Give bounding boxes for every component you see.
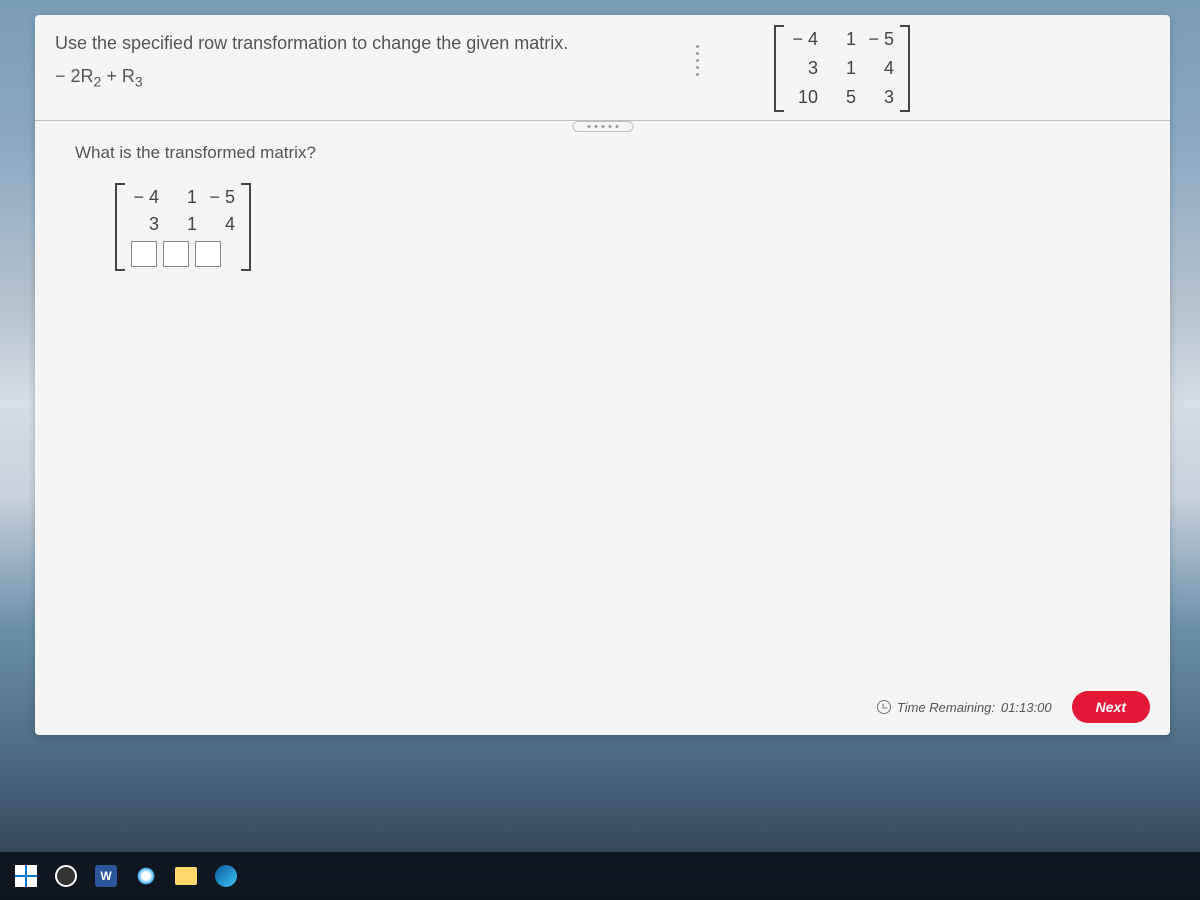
instruction-text: Use the specified row transformation to … — [55, 33, 1150, 54]
start-button[interactable] — [10, 860, 42, 892]
clock-icon — [877, 700, 891, 714]
bracket-right-icon — [241, 183, 251, 271]
matrix-row: − 4 1 − 5 — [131, 187, 235, 208]
vertical-resize-handle[interactable] — [693, 15, 701, 128]
windows-taskbar[interactable]: W — [0, 852, 1200, 900]
matrix-cell: − 5 — [866, 29, 894, 50]
matrix-cell: 1 — [828, 29, 856, 50]
card-footer: Time Remaining: 01:13:00 Next — [877, 691, 1150, 723]
taskbar-edge[interactable] — [210, 860, 242, 892]
matrix-cell: 3 — [790, 58, 818, 79]
taskbar-cortana[interactable] — [130, 860, 162, 892]
matrix-cell: 1 — [828, 58, 856, 79]
time-value: 01:13:00 — [1001, 700, 1052, 715]
question-card: Use the specified row transformation to … — [35, 15, 1170, 735]
matrix-cell: 10 — [790, 87, 818, 108]
taskbar-word[interactable]: W — [90, 860, 122, 892]
matrix-cell: − 5 — [207, 187, 235, 208]
bracket-left-icon — [774, 25, 784, 112]
dots-icon — [696, 45, 699, 76]
matrix-cell: 4 — [207, 214, 235, 235]
op-prefix: − 2R — [55, 66, 94, 86]
matrix-row: 10 5 3 — [790, 87, 894, 108]
matrix-cell: 1 — [169, 214, 197, 235]
instructions-block: Use the specified row transformation to … — [55, 33, 1150, 90]
time-label: Time Remaining: — [897, 700, 995, 715]
search-icon — [55, 865, 77, 887]
folder-icon — [175, 867, 197, 885]
matrix-cell: 5 — [828, 87, 856, 108]
answer-section: What is the transformed matrix? − 4 1 − … — [35, 121, 1170, 735]
matrix-body: − 4 1 − 5 3 1 4 — [125, 183, 241, 271]
matrix-cell: − 4 — [131, 187, 159, 208]
word-icon: W — [95, 865, 117, 887]
bracket-left-icon — [115, 183, 125, 271]
search-button[interactable] — [50, 860, 82, 892]
matrix-row: − 4 1 − 5 — [790, 29, 894, 50]
next-button[interactable]: Next — [1072, 691, 1150, 723]
time-remaining: Time Remaining: 01:13:00 — [877, 700, 1052, 715]
matrix-input[interactable] — [131, 241, 157, 267]
answer-prompt: What is the transformed matrix? — [75, 143, 1130, 163]
matrix-cell: − 4 — [790, 29, 818, 50]
horizontal-resize-handle[interactable] — [572, 121, 633, 132]
matrix-cell: 3 — [131, 214, 159, 235]
matrix-cell: 3 — [866, 87, 894, 108]
matrix-row: 3 1 4 — [790, 58, 894, 79]
matrix-body: − 4 1 − 5 3 1 4 10 5 3 — [784, 25, 900, 112]
op-mid: + R — [101, 66, 135, 86]
matrix-input[interactable] — [195, 241, 221, 267]
cortana-icon — [137, 867, 155, 885]
question-header: Use the specified row transformation to … — [35, 15, 1170, 121]
matrix-input-row — [131, 241, 235, 267]
edge-icon — [215, 865, 237, 887]
answer-matrix: − 4 1 − 5 3 1 4 — [115, 183, 1130, 276]
matrix-cell: 1 — [169, 187, 197, 208]
op-sub2: 3 — [135, 74, 143, 90]
bracket-right-icon — [900, 25, 910, 112]
matrix-input[interactable] — [163, 241, 189, 267]
row-operation: − 2R2 + R3 — [55, 66, 1150, 90]
matrix-row: 3 1 4 — [131, 214, 235, 235]
given-matrix: − 4 1 − 5 3 1 4 10 5 3 — [774, 25, 910, 112]
windows-icon — [15, 865, 37, 887]
taskbar-folder[interactable] — [170, 860, 202, 892]
matrix-cell: 4 — [866, 58, 894, 79]
